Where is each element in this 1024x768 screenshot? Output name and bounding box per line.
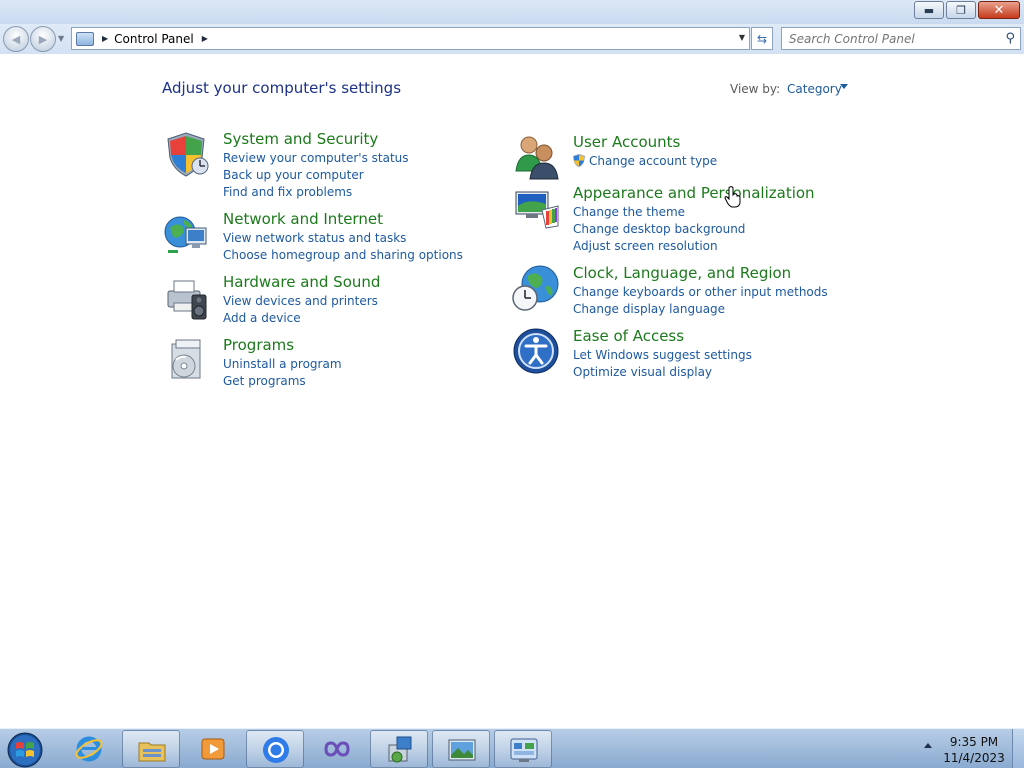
- link-uninstall-program[interactable]: Uninstall a program: [223, 356, 342, 373]
- link-homegroup-sharing[interactable]: Choose homegroup and sharing options: [223, 247, 463, 264]
- show-desktop-button[interactable]: [1012, 729, 1024, 768]
- network-globe-icon[interactable]: [162, 210, 210, 258]
- view-by-label: View by:: [730, 82, 781, 96]
- refresh-icon: ⇆: [756, 31, 768, 46]
- system-clock[interactable]: 9:35 PM 11/4/2023: [940, 734, 1008, 766]
- ease-of-access-icon[interactable]: [512, 327, 560, 375]
- start-button[interactable]: [4, 731, 46, 768]
- main-content: Adjust your computer's settings View by:…: [0, 54, 1024, 728]
- view-by-dropdown[interactable]: Category: [787, 82, 842, 96]
- show-hidden-icons-button[interactable]: [924, 743, 932, 748]
- category-heading[interactable]: Ease of Access: [573, 327, 684, 345]
- taskbar-internet-explorer[interactable]: [60, 730, 118, 768]
- address-dropdown-icon[interactable]: ▼: [739, 33, 745, 42]
- restore-icon: ❐: [956, 3, 966, 17]
- link-get-programs[interactable]: Get programs: [223, 373, 342, 390]
- link-windows-suggest-settings[interactable]: Let Windows suggest settings: [573, 347, 752, 364]
- link-change-display-language[interactable]: Change display language: [573, 301, 828, 318]
- address-bar[interactable]: ▶ Control Panel ▶ ▼: [71, 27, 750, 50]
- search-box[interactable]: ⚲: [781, 27, 1021, 50]
- category-heading[interactable]: Appearance and Personalization: [573, 184, 815, 202]
- link-find-fix-problems[interactable]: Find and fix problems: [223, 184, 409, 201]
- forward-arrow-icon: ▶: [38, 32, 48, 46]
- category-heading[interactable]: User Accounts: [573, 133, 680, 151]
- internet-explorer-icon: [75, 736, 103, 762]
- link-change-account-type-label: Change account type: [589, 154, 718, 168]
- back-arrow-icon: ◀: [11, 32, 21, 46]
- control-panel-icon: [510, 738, 538, 762]
- close-icon: ✕: [993, 2, 1005, 18]
- infinity-icon: [324, 741, 350, 757]
- link-change-desktop-background[interactable]: Change desktop background: [573, 221, 745, 238]
- installer-icon: [388, 736, 412, 763]
- link-change-account-type[interactable]: Change account type: [573, 153, 717, 170]
- category-heading[interactable]: Network and Internet: [223, 210, 383, 228]
- taskbar-media-player[interactable]: [184, 730, 242, 768]
- category-heading[interactable]: Hardware and Sound: [223, 273, 380, 291]
- breadcrumb-arrow-icon[interactable]: ▶: [102, 34, 108, 43]
- link-back-up[interactable]: Back up your computer: [223, 167, 409, 184]
- search-input[interactable]: [789, 31, 999, 46]
- clock-globe-icon[interactable]: [512, 264, 560, 312]
- link-optimize-visual-display[interactable]: Optimize visual display: [573, 364, 752, 381]
- taskbar-file-explorer[interactable]: [122, 730, 180, 768]
- printer-speaker-icon[interactable]: [162, 273, 210, 321]
- taskbar: 9:35 PM 11/4/2023: [0, 728, 1024, 768]
- folder-icon: [138, 742, 166, 762]
- category-heading[interactable]: System and Security: [223, 130, 378, 148]
- taskbar-chrome[interactable]: [246, 730, 304, 768]
- link-review-status[interactable]: Review your computer's status: [223, 150, 409, 167]
- minimize-button[interactable]: ▬: [914, 1, 944, 19]
- clock-date: 11/4/2023: [943, 751, 1005, 765]
- back-button[interactable]: ◀: [3, 26, 29, 52]
- uac-shield-icon: [573, 154, 585, 167]
- close-button[interactable]: ✕: [978, 1, 1020, 19]
- category-heading[interactable]: Clock, Language, and Region: [573, 264, 791, 282]
- programs-disc-icon[interactable]: [162, 336, 210, 384]
- users-icon[interactable]: [512, 133, 560, 181]
- navigation-bar: ◀ ▶ ▼ ▶ Control Panel ▶ ▼ ⇆ ⚲: [0, 24, 1024, 54]
- link-adjust-resolution[interactable]: Adjust screen resolution: [573, 238, 745, 255]
- title-bar: ▬ ❐ ✕: [0, 0, 1024, 24]
- search-icon[interactable]: ⚲: [1005, 31, 1015, 46]
- monitor-palette-icon[interactable]: [512, 184, 560, 232]
- minimize-icon: ▬: [923, 3, 935, 17]
- category-heading[interactable]: Programs: [223, 336, 294, 354]
- forward-button[interactable]: ▶: [30, 26, 56, 52]
- breadcrumb-arrow-icon[interactable]: ▶: [202, 34, 208, 43]
- page-title: Adjust your computer's settings: [162, 79, 402, 97]
- restore-button[interactable]: ❐: [946, 1, 976, 19]
- clock-time: 9:35 PM: [949, 735, 999, 749]
- breadcrumb-control-panel[interactable]: Control Panel: [114, 32, 194, 46]
- taskbar-control-panel[interactable]: [494, 730, 552, 768]
- image-viewer-icon: [448, 739, 476, 761]
- link-network-status[interactable]: View network status and tasks: [223, 230, 463, 247]
- link-devices-printers[interactable]: View devices and printers: [223, 293, 378, 310]
- taskbar-visual-studio[interactable]: [308, 730, 366, 768]
- media-player-icon: [201, 738, 225, 760]
- shield-icon[interactable]: [162, 130, 210, 178]
- taskbar-installer[interactable]: [370, 730, 428, 768]
- hand-cursor-icon: [724, 186, 741, 208]
- refresh-button[interactable]: ⇆: [751, 27, 773, 50]
- control-panel-icon: [76, 31, 94, 46]
- link-change-keyboards[interactable]: Change keyboards or other input methods: [573, 284, 828, 301]
- view-by-caret-icon[interactable]: [840, 84, 848, 89]
- taskbar-image-viewer[interactable]: [432, 730, 490, 768]
- chrome-icon: [263, 737, 289, 763]
- link-add-device[interactable]: Add a device: [223, 310, 378, 327]
- recent-pages-dropdown-icon[interactable]: ▼: [58, 34, 64, 43]
- link-change-theme[interactable]: Change the theme: [573, 204, 745, 221]
